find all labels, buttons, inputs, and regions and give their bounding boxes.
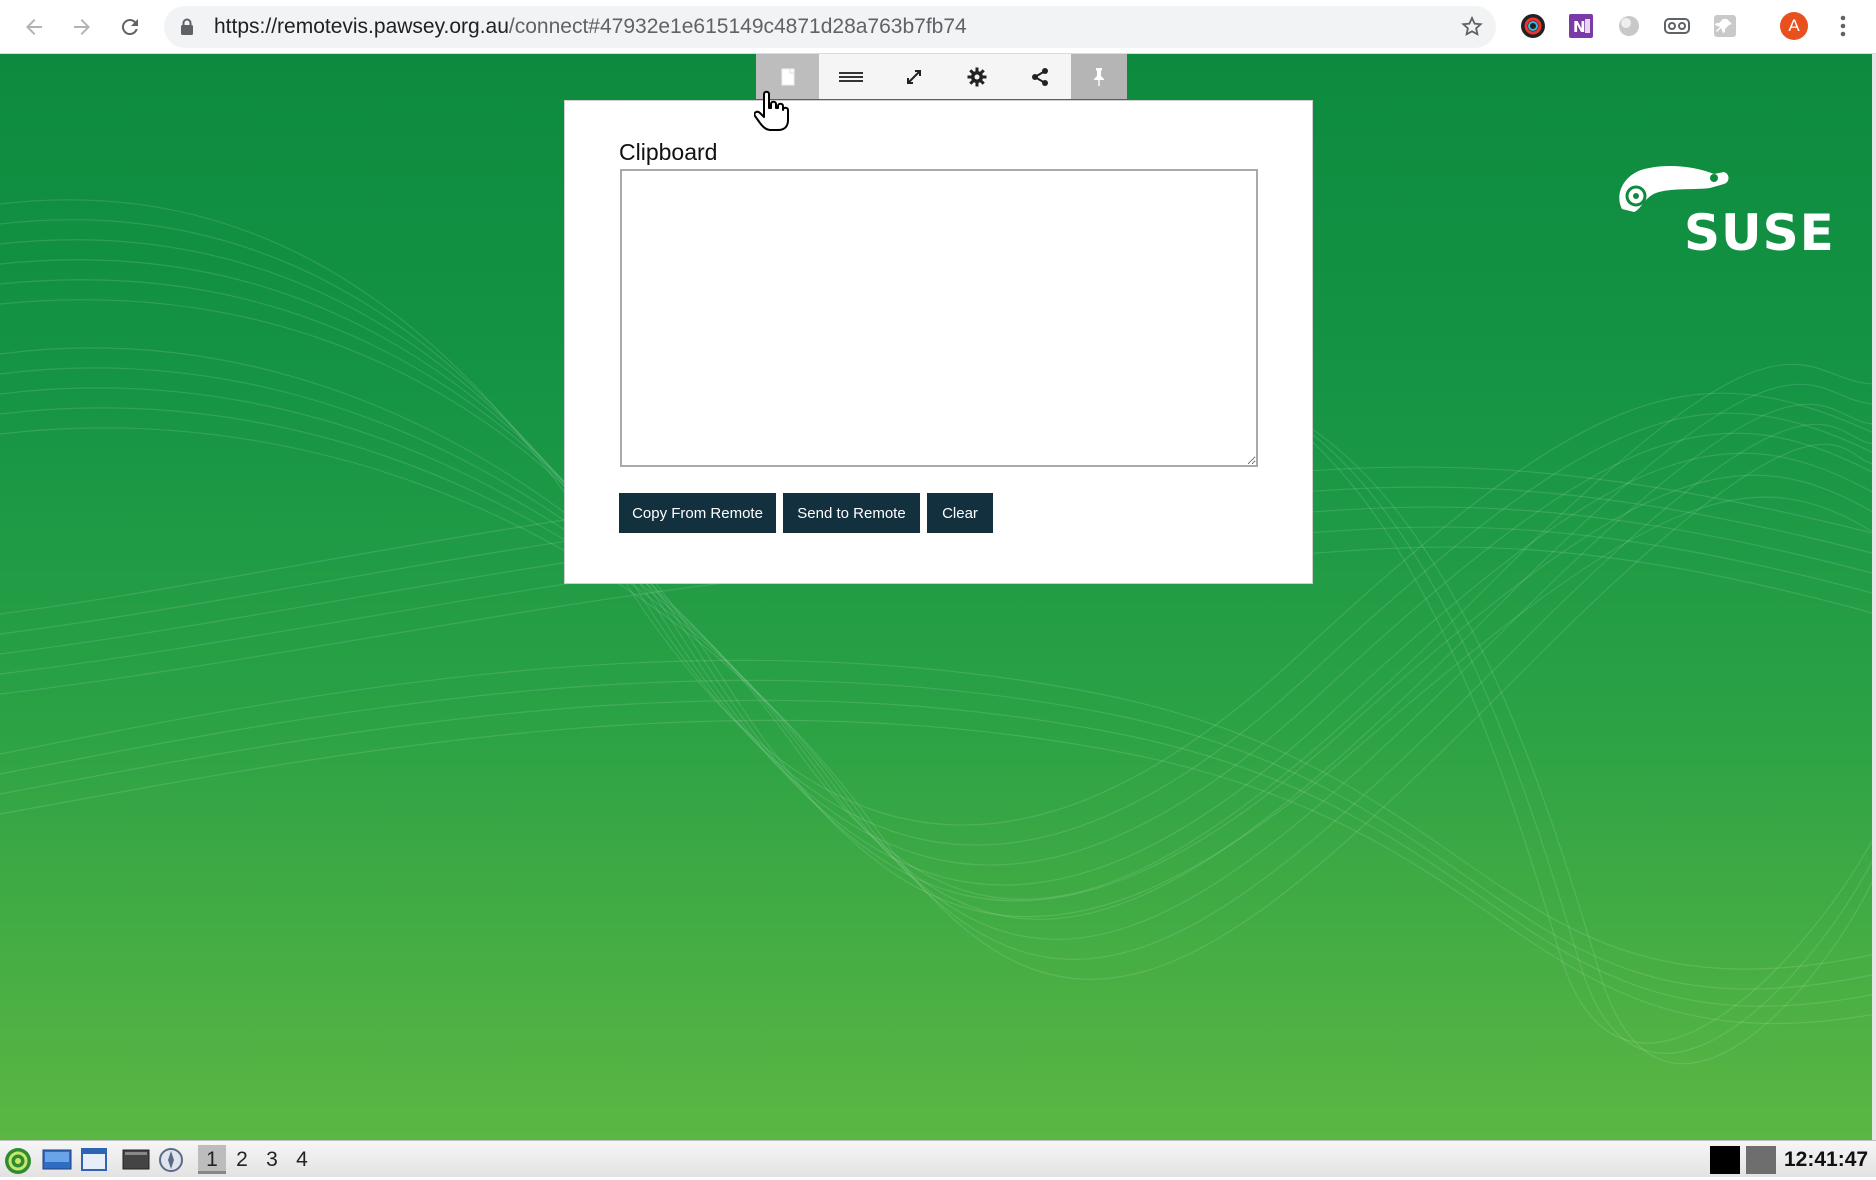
back-button[interactable]	[16, 9, 52, 45]
workspace-label: 2	[236, 1148, 248, 1171]
sphere-extension-icon[interactable]	[1614, 11, 1644, 41]
taskbar: 1 2 3 4 12:41:47	[0, 1140, 1876, 1177]
reload-button[interactable]	[112, 9, 148, 45]
suse-wordmark: SUSE	[1684, 204, 1835, 262]
arrow-right-icon	[74, 19, 90, 35]
remote-control-bar	[756, 54, 1127, 99]
share-button[interactable]	[1008, 54, 1071, 99]
workspace-label: 3	[266, 1148, 278, 1171]
profile-avatar[interactable]: A	[1779, 11, 1809, 41]
workspace-4[interactable]: 4	[288, 1145, 316, 1174]
gear-icon	[967, 67, 986, 86]
profile-initial: A	[1788, 16, 1800, 35]
show-desktop-icon[interactable]	[42, 1147, 72, 1173]
fullscreen-icon	[906, 69, 921, 84]
tray-indicator-gray[interactable]	[1746, 1146, 1776, 1174]
send-to-remote-button[interactable]: Send to Remote	[783, 493, 920, 533]
arrow-left-icon	[26, 19, 42, 35]
lock-icon	[180, 18, 194, 41]
bookmark-star-icon[interactable]	[1460, 15, 1484, 44]
clipboard-textarea[interactable]	[620, 169, 1258, 467]
vr-goggles-icon[interactable]	[1662, 11, 1692, 41]
address-bar[interactable]: https://remotevis.pawsey.org.au/connect#…	[164, 6, 1496, 48]
menu-button[interactable]	[819, 54, 882, 99]
copy-from-remote-button[interactable]: Copy From Remote	[619, 493, 776, 533]
browser-menu-icon[interactable]	[1828, 11, 1858, 41]
url-host: https://remotevis.pawsey.org.au	[214, 15, 509, 38]
forward-button[interactable]	[64, 9, 100, 45]
workspace-1[interactable]: 1	[198, 1145, 226, 1174]
pin-icon	[1094, 67, 1104, 86]
url-text: https://remotevis.pawsey.org.au/connect#…	[214, 6, 967, 48]
extension-color-icon[interactable]	[1518, 11, 1548, 41]
onenote-icon[interactable]: N	[1566, 11, 1596, 41]
pin-toolbar-button[interactable]	[1071, 54, 1127, 99]
workspace-label: 1	[206, 1148, 218, 1171]
start-menu-icon[interactable]	[4, 1147, 32, 1174]
window-manager-icon[interactable]	[80, 1147, 108, 1173]
clipboard-panel: Clipboard Copy From Remote Send to Remot…	[564, 100, 1313, 584]
suse-logo: SUSE	[1614, 154, 1834, 262]
clipboard-title: Clipboard	[619, 139, 718, 165]
menu-icon	[838, 71, 863, 82]
browser-toolbar: https://remotevis.pawsey.org.au/connect#…	[0, 0, 1876, 54]
fullscreen-button[interactable]	[882, 54, 945, 99]
clear-button[interactable]: Clear	[927, 493, 993, 533]
clipboard-icon	[781, 68, 794, 85]
clock[interactable]: 12:41:47	[1784, 1141, 1868, 1178]
hand-cursor-icon	[754, 90, 789, 131]
workspace-2[interactable]: 2	[228, 1145, 256, 1174]
pin-extension-icon[interactable]	[1710, 11, 1740, 41]
terminal-icon[interactable]	[122, 1147, 150, 1173]
share-icon	[1031, 67, 1048, 86]
workspace-3[interactable]: 3	[258, 1145, 286, 1174]
url-path: /connect#47932e1e615149c4871d28a763b7fb7…	[508, 15, 967, 38]
web-browser-icon[interactable]	[158, 1147, 186, 1173]
remote-desktop[interactable]: SUSE Clipboard Copy From Remote Send to …	[0, 54, 1876, 1140]
settings-button[interactable]	[945, 54, 1008, 99]
svg-text:N: N	[1573, 18, 1586, 36]
reload-icon	[121, 19, 138, 36]
workspace-label: 4	[296, 1148, 308, 1171]
tray-indicator-black[interactable]	[1710, 1146, 1740, 1174]
window-edge	[1872, 54, 1876, 1140]
